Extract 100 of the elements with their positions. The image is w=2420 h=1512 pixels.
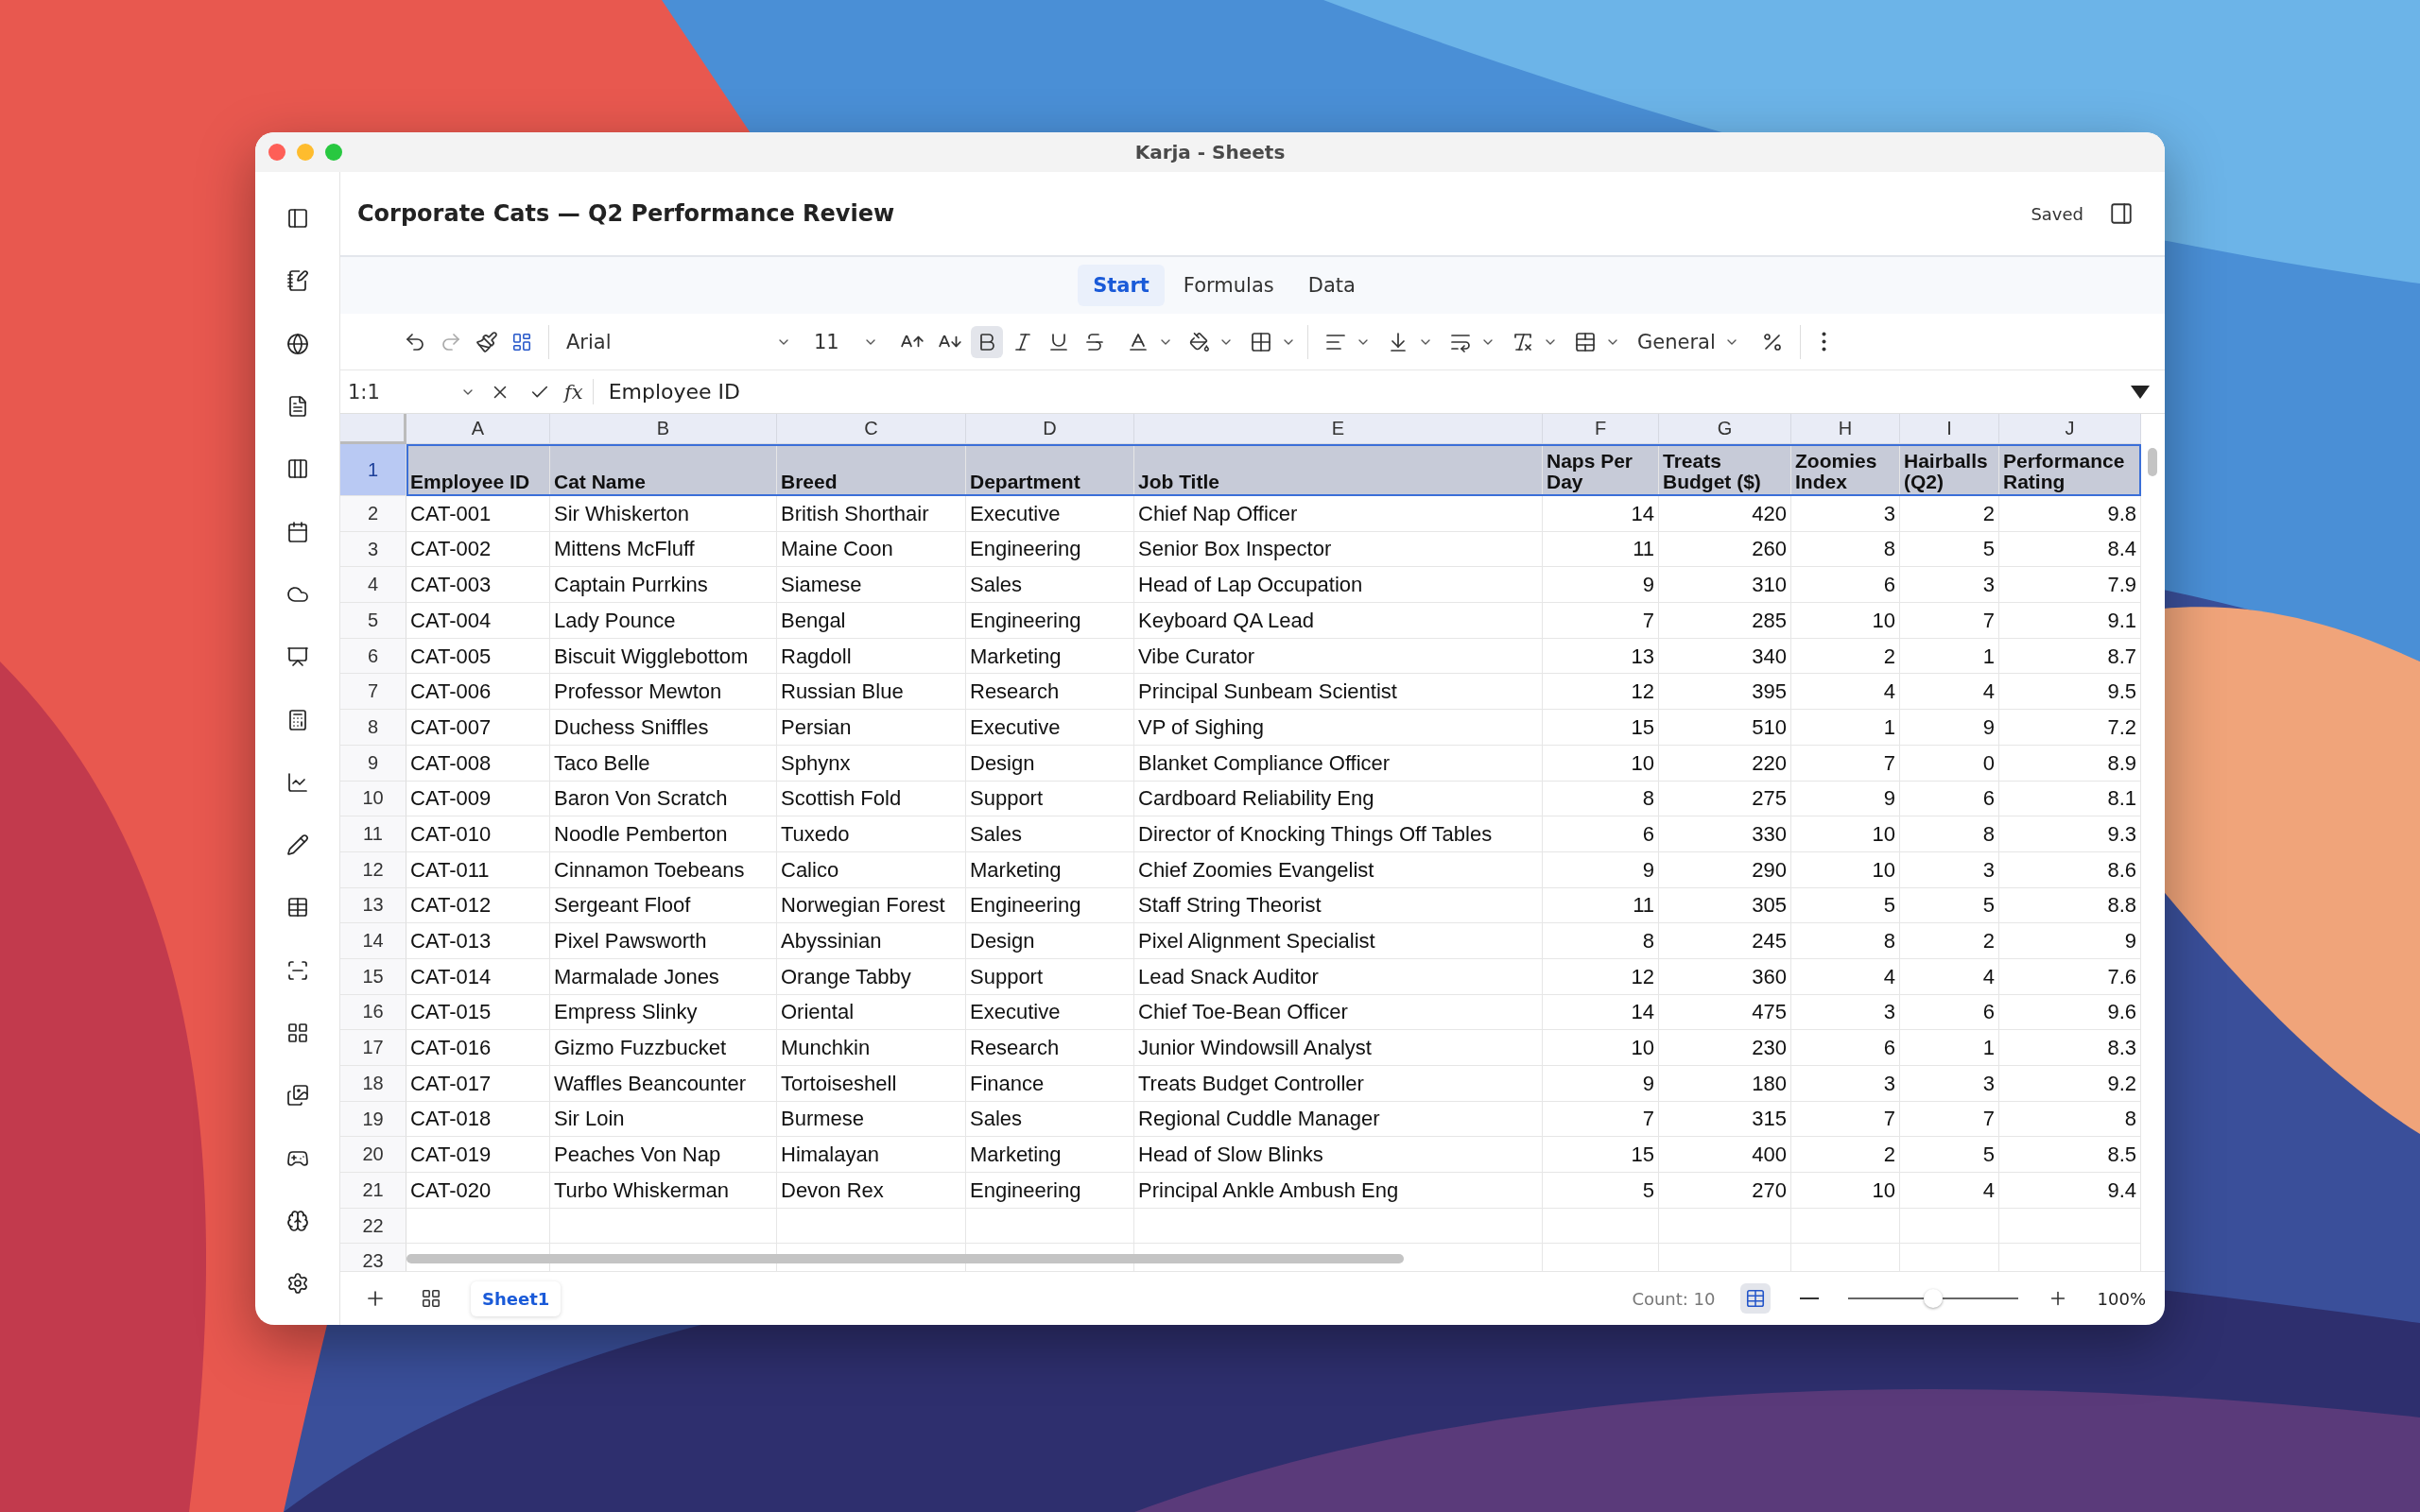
table-cell: 13: [1543, 638, 1659, 675]
table-cell: Persian: [777, 710, 966, 746]
row-number[interactable]: 18: [340, 1066, 406, 1102]
table-cell: Marmalade Jones: [550, 958, 777, 995]
row-number[interactable]: 9: [340, 745, 406, 782]
row-number[interactable]: 7: [340, 674, 406, 711]
grid-view-button[interactable]: [1739, 1283, 1771, 1314]
row-number[interactable]: 21: [340, 1173, 406, 1209]
column-header[interactable]: C: [777, 414, 966, 444]
grid-icon: [285, 1022, 309, 1044]
row-number[interactable]: 17: [340, 1030, 406, 1066]
table-cell: 10: [1543, 745, 1659, 782]
font-select[interactable]: Arial: [561, 326, 797, 357]
table-cell: Tuxedo: [777, 816, 966, 852]
row-number[interactable]: 14: [340, 923, 406, 959]
zoom-level: 100%: [2097, 1288, 2146, 1309]
row-number[interactable]: 4: [340, 567, 406, 604]
close-button[interactable]: [268, 144, 285, 161]
table-cell: 290: [1659, 851, 1791, 888]
table-cell: Lady Pounce: [550, 603, 777, 639]
formula-input[interactable]: Employee ID: [592, 379, 2121, 404]
table-cell: 275: [1659, 781, 1791, 817]
table-cell: Maine Coon: [777, 531, 966, 568]
table-cell: 6: [1791, 1030, 1900, 1066]
table-cell: 270: [1659, 1173, 1791, 1209]
more-icon: [1821, 332, 1826, 352]
table-cell: CAT-019: [406, 1137, 550, 1174]
table-cell: CAT-002: [406, 531, 550, 568]
slider-thumb[interactable]: [1923, 1289, 1943, 1308]
table-cell: CAT-001: [406, 496, 550, 532]
header-cell: Job Title: [1134, 444, 1543, 496]
horizontal-scrollbar[interactable]: [406, 1254, 1404, 1263]
table-cell: Executive: [966, 710, 1134, 746]
table-cell: Regional Cuddle Manager: [1134, 1101, 1543, 1138]
sidebar-icon: [285, 207, 309, 231]
row-number[interactable]: 3: [340, 531, 406, 568]
table-cell: Sir Loin: [550, 1101, 777, 1138]
column-header[interactable]: J: [1999, 414, 2141, 444]
table-cell: 340: [1659, 638, 1791, 675]
number-format-select[interactable]: General: [1632, 326, 1745, 357]
row-number[interactable]: 23: [340, 1244, 406, 1271]
table-cell: Director of Knocking Things Off Tables: [1134, 816, 1543, 852]
ribbon-tab[interactable]: Data: [1292, 265, 1371, 306]
column-header[interactable]: I: [1900, 414, 1999, 444]
bold-button[interactable]: [971, 325, 1003, 358]
table-cell: 8: [1543, 781, 1659, 817]
column-header[interactable]: F: [1543, 414, 1659, 444]
row-number[interactable]: 10: [340, 781, 406, 817]
row-number[interactable]: 11: [340, 816, 406, 852]
row-number[interactable]: 1: [340, 444, 406, 496]
table-cell: CAT-011: [406, 851, 550, 888]
ribbon-tab[interactable]: Formulas: [1167, 265, 1289, 306]
table-cell: 3: [1791, 496, 1900, 532]
row-number[interactable]: 12: [340, 851, 406, 888]
table-cell: Sales: [966, 1101, 1134, 1138]
row-number[interactable]: 13: [340, 887, 406, 924]
row-number[interactable]: 5: [340, 603, 406, 639]
presentation-icon: [285, 645, 309, 669]
table-cell: CAT-004: [406, 603, 550, 639]
notebook-icon: [285, 269, 309, 293]
dropdown-triangle-icon[interactable]: [2131, 385, 2150, 399]
table-cell: Lead Snack Auditor: [1134, 958, 1543, 995]
table-cell: Baron Von Scratch: [550, 781, 777, 817]
column-header[interactable]: E: [1134, 414, 1543, 444]
table-cell: 7: [1791, 1101, 1900, 1138]
row-number[interactable]: 16: [340, 994, 406, 1031]
table-cell: 3: [1791, 1066, 1900, 1102]
table-cell: 15: [1543, 710, 1659, 746]
row-number[interactable]: 20: [340, 1137, 406, 1174]
table-cell: 6: [1791, 567, 1900, 604]
column-header[interactable]: B: [550, 414, 777, 444]
table-cell: 9.5: [1999, 674, 2141, 711]
table-cell: 4: [1900, 674, 1999, 711]
table-cell: 6: [1543, 816, 1659, 852]
column-header[interactable]: D: [966, 414, 1134, 444]
table-cell: Treats Budget Controller: [1134, 1066, 1543, 1102]
row-number[interactable]: 15: [340, 958, 406, 995]
table-cell: 11: [1543, 531, 1659, 568]
row-number[interactable]: 2: [340, 496, 406, 532]
table-cell: 2: [1791, 1137, 1900, 1174]
brain-icon: [285, 1209, 309, 1232]
row-number[interactable]: 6: [340, 638, 406, 675]
vertical-scrollbar[interactable]: [2148, 448, 2157, 476]
table-cell: British Shorthair: [777, 496, 966, 532]
table-cell: 5: [1900, 1137, 1999, 1174]
column-header[interactable]: H: [1791, 414, 1900, 444]
sheet-tab[interactable]: Sheet1: [471, 1280, 562, 1316]
table-cell: CAT-016: [406, 1030, 550, 1066]
cell-reference-select[interactable]: 1:1: [348, 380, 475, 404]
row-number[interactable]: 19: [340, 1101, 406, 1138]
table-cell: Orange Tabby: [777, 958, 966, 995]
table-cell: 9.2: [1999, 1066, 2141, 1102]
ribbon-tab[interactable]: Start: [1078, 265, 1165, 306]
table-cell: Cardboard Reliability Eng: [1134, 781, 1543, 817]
table-cell: 6: [1900, 781, 1999, 817]
row-number[interactable]: 22: [340, 1208, 406, 1245]
font-size-select[interactable]: 11: [808, 326, 884, 357]
row-number[interactable]: 8: [340, 710, 406, 746]
column-header[interactable]: G: [1659, 414, 1791, 444]
column-header[interactable]: A: [406, 414, 550, 444]
